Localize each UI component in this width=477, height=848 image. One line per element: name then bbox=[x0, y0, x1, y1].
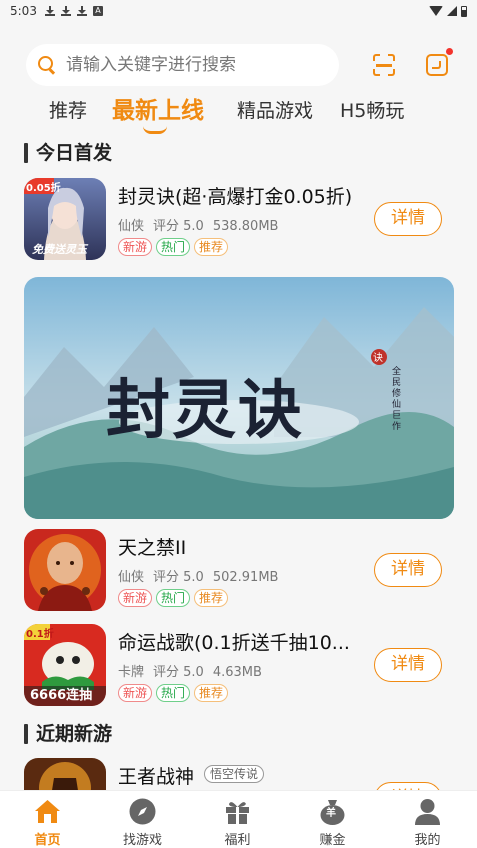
download-manager-icon[interactable] bbox=[426, 48, 453, 76]
tag-new: 新游 bbox=[118, 589, 153, 607]
game-size: 502.91MB bbox=[212, 570, 279, 585]
game-icon-badge: 0.05折 bbox=[26, 183, 61, 194]
game-rating: 评分 5.0 bbox=[153, 219, 204, 234]
detail-button[interactable]: 详情 bbox=[374, 648, 442, 682]
scan-icon[interactable] bbox=[373, 54, 395, 76]
tag-hot: 热门 bbox=[156, 238, 191, 256]
game-category: 仙侠 bbox=[118, 570, 145, 585]
game-name: 命运战歌(0.1折送千抽10... bbox=[118, 632, 350, 654]
game-size: 4.63MB bbox=[212, 665, 262, 680]
section-title-today: 今日首发 bbox=[24, 140, 112, 166]
game-badge: 悟空传说 bbox=[204, 765, 265, 783]
download-notification-icon bbox=[76, 6, 87, 16]
game-meta: 仙侠 评分 5.0 502.91MB bbox=[118, 566, 287, 585]
home-icon bbox=[35, 800, 60, 823]
game-rating: 评分 5.0 bbox=[153, 665, 204, 680]
game-name: 王者战神 bbox=[118, 766, 195, 788]
status-bar: 5:03 A bbox=[0, 0, 477, 22]
game-icon-caption: 6666连抽 bbox=[30, 688, 93, 703]
tab-premium-games[interactable]: 精品游戏 bbox=[237, 94, 313, 128]
notification-a-icon: A bbox=[92, 6, 103, 16]
nav-earn-label: 赚金 bbox=[319, 833, 346, 848]
download-notification-icon bbox=[60, 6, 71, 16]
tab-new-release[interactable]: 最新上线 bbox=[112, 94, 204, 128]
signal-icon bbox=[447, 6, 457, 16]
game-icon bbox=[24, 529, 106, 611]
game-item[interactable]: 天之禁II 仙侠 评分 5.0 502.91MB 新游 热门 推荐 详情 bbox=[24, 529, 454, 613]
tag-recommend: 推荐 bbox=[194, 684, 229, 702]
nav-earn[interactable]: 羊 赚金 bbox=[285, 791, 380, 848]
tag-recommend: 推荐 bbox=[194, 589, 229, 607]
compass-icon bbox=[129, 798, 156, 825]
game-name: 天之禁II bbox=[118, 537, 187, 559]
category-tabs: 推荐 最新上线 精品游戏 H5畅玩 bbox=[0, 94, 477, 136]
search-input[interactable] bbox=[66, 55, 306, 75]
search-box[interactable] bbox=[26, 44, 339, 86]
nav-find-games-label: 找游戏 bbox=[122, 833, 162, 848]
game-meta: 仙侠 评分 5.0 538.80MB bbox=[118, 215, 287, 234]
battery-icon bbox=[461, 5, 467, 17]
money-bag-glyph: 羊 bbox=[326, 808, 336, 819]
game-rating: 评分 5.0 bbox=[153, 570, 204, 585]
nav-welfare-label: 福利 bbox=[224, 833, 251, 848]
banner-subtitle: 全民修仙巨作 bbox=[392, 367, 402, 432]
tag-new: 新游 bbox=[118, 684, 153, 702]
detail-button[interactable]: 详情 bbox=[374, 553, 442, 587]
game-icon: 0.1折 6666连抽 bbox=[24, 624, 106, 706]
game-icon-badge: 0.1折 bbox=[26, 629, 54, 640]
tag-new: 新游 bbox=[118, 238, 153, 256]
game-icon: 0.05折 免费送灵玉 bbox=[24, 178, 106, 260]
game-name: 封灵诀(超·高爆打金0.05折) bbox=[118, 186, 353, 208]
status-time: 5:03 bbox=[10, 4, 37, 18]
game-tags: 新游 热门 推荐 bbox=[118, 589, 229, 607]
search-icon bbox=[38, 56, 56, 74]
banner-title: 封灵诀 bbox=[106, 373, 304, 448]
nav-mine-label: 我的 bbox=[414, 833, 441, 848]
tab-recommend[interactable]: 推荐 bbox=[49, 94, 87, 128]
tab-active-indicator bbox=[143, 126, 167, 134]
game-category: 卡牌 bbox=[118, 665, 145, 680]
nav-home[interactable]: 首页 bbox=[0, 791, 95, 848]
nav-home-label: 首页 bbox=[34, 833, 61, 848]
tag-hot: 热门 bbox=[156, 589, 191, 607]
nav-welfare[interactable]: 福利 bbox=[190, 791, 285, 848]
detail-button[interactable]: 详情 bbox=[374, 202, 442, 236]
section-title-recent: 近期新游 bbox=[24, 721, 112, 747]
game-category: 仙侠 bbox=[118, 219, 145, 234]
banner-seal: 诀 bbox=[373, 353, 383, 364]
user-icon bbox=[415, 799, 440, 825]
game-meta: 卡牌 评分 5.0 4.63MB bbox=[118, 661, 271, 680]
tab-h5-play[interactable]: H5畅玩 bbox=[340, 94, 404, 128]
bottom-nav: 首页 找游戏 福利 羊 赚金 我的 bbox=[0, 790, 477, 848]
download-notification-icon bbox=[44, 6, 55, 16]
tag-recommend: 推荐 bbox=[194, 238, 229, 256]
nav-mine[interactable]: 我的 bbox=[380, 791, 475, 848]
promo-banner[interactable]: 封灵诀 诀 全民修仙巨作 bbox=[24, 277, 454, 519]
nav-find-games[interactable]: 找游戏 bbox=[95, 791, 190, 848]
game-item[interactable]: 0.1折 6666连抽 命运战歌(0.1折送千抽10... 卡牌 评分 5.0 4.… bbox=[24, 624, 454, 708]
search-row bbox=[26, 44, 456, 86]
wifi-icon bbox=[429, 6, 443, 16]
game-size: 538.80MB bbox=[212, 219, 279, 234]
notification-dot bbox=[446, 48, 453, 55]
game-tags: 新游 热门 推荐 bbox=[118, 238, 229, 256]
game-icon-caption: 免费送灵玉 bbox=[32, 243, 87, 256]
gift-icon bbox=[226, 802, 249, 824]
game-tags: 新游 热门 推荐 bbox=[118, 684, 229, 702]
game-item[interactable]: 0.05折 免费送灵玉 封灵诀(超·高爆打金0.05折) 仙侠 评分 5.0 538… bbox=[24, 178, 454, 262]
tag-hot: 热门 bbox=[156, 684, 191, 702]
